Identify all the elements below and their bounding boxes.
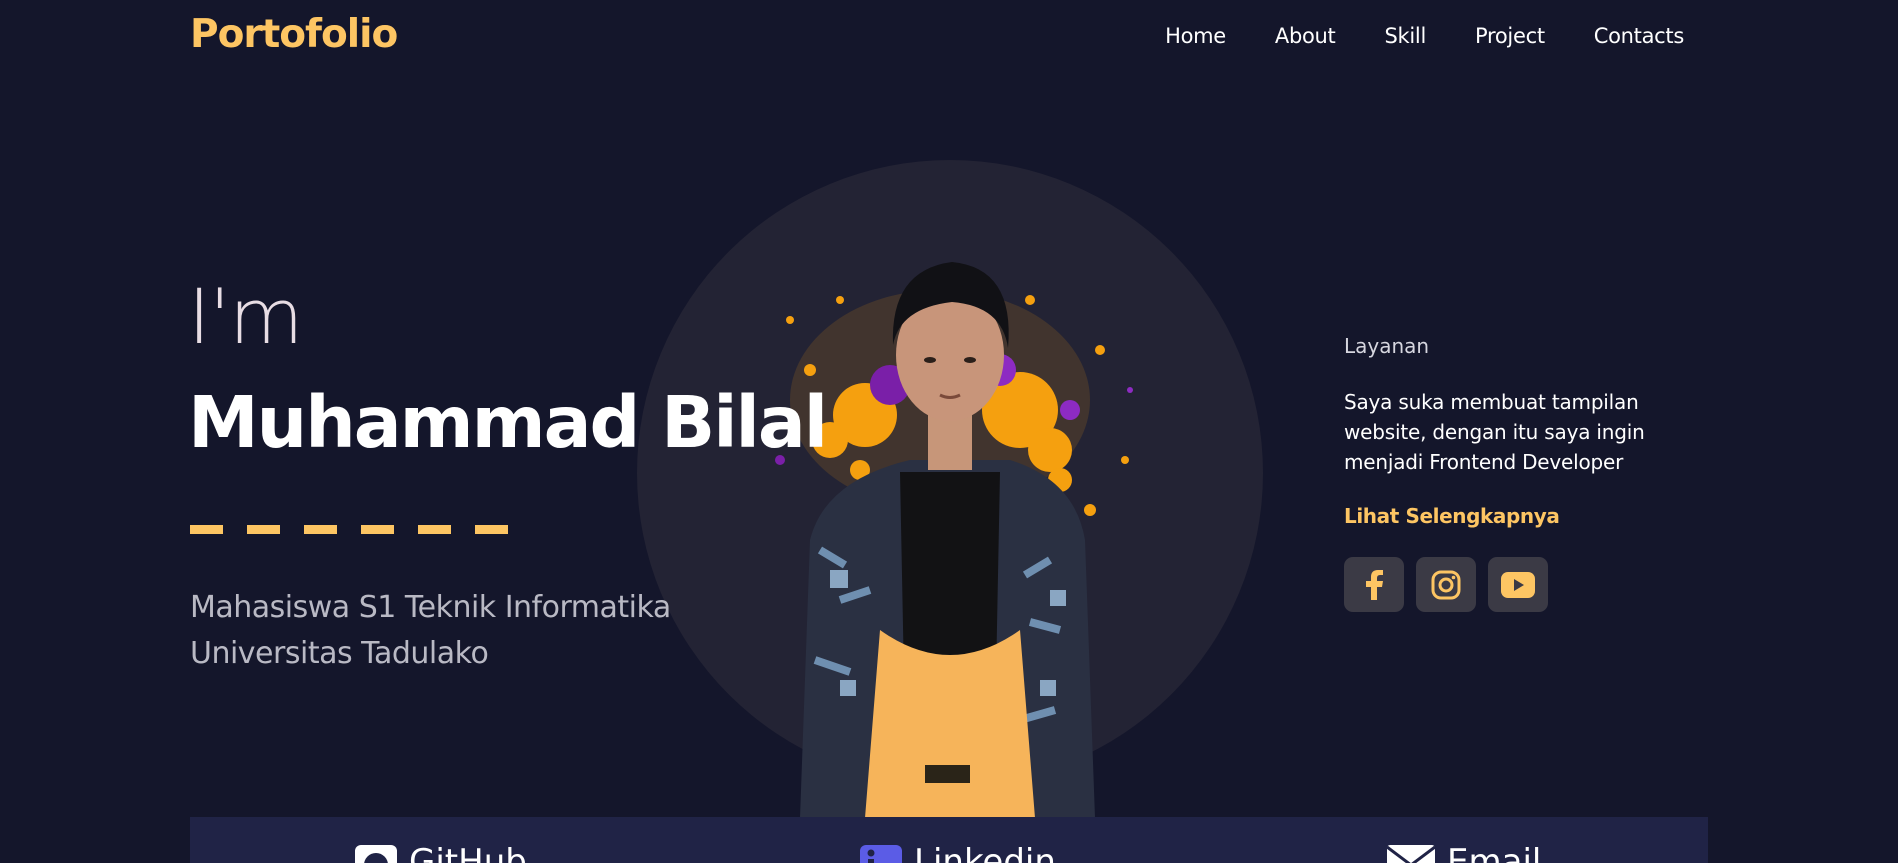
logo[interactable]: Portofolio [190, 12, 398, 57]
profile-photo [775, 262, 1133, 818]
contact-bar: GitHub Linkedin Email [190, 817, 1708, 863]
github-icon [355, 845, 397, 863]
contact-label: Linkedin [914, 842, 1056, 863]
nav-home[interactable]: Home [1165, 24, 1226, 48]
nav-project[interactable]: Project [1475, 24, 1545, 48]
greeting-text: I'm [188, 272, 303, 361]
instagram-button[interactable] [1416, 557, 1476, 612]
nav-skill[interactable]: Skill [1385, 24, 1427, 48]
subtitle-line: Universitas Tadulako [190, 636, 489, 671]
facebook-icon [1366, 569, 1383, 600]
dash [304, 525, 337, 534]
dash [418, 525, 451, 534]
linkedin-icon [860, 845, 902, 863]
hero-subtitle: Mahasiswa S1 Teknik Informatika Universi… [190, 585, 750, 677]
youtube-button[interactable] [1488, 557, 1548, 612]
see-more-link[interactable]: Lihat Selengkapnya [1344, 504, 1560, 528]
contact-label: Email [1447, 842, 1542, 863]
dash [247, 525, 280, 534]
contact-linkedin[interactable]: Linkedin [860, 845, 1056, 863]
contact-label: GitHub [409, 842, 527, 863]
youtube-icon [1501, 571, 1535, 598]
social-links [1344, 557, 1548, 612]
facebook-button[interactable] [1344, 557, 1404, 612]
contact-github[interactable]: GitHub [355, 845, 527, 863]
instagram-icon [1431, 570, 1461, 599]
dash [475, 525, 508, 534]
nav-contacts[interactable]: Contacts [1594, 24, 1685, 48]
email-icon [1387, 845, 1435, 863]
service-title: Layanan [1344, 334, 1430, 358]
service-description: Saya suka membuat tampilan website, deng… [1344, 390, 1645, 474]
dash-divider [190, 525, 508, 534]
portfolio-page: Portofolio Home About Skill Project Cont… [0, 0, 1898, 863]
dash [190, 525, 223, 534]
main-nav: Home About Skill Project Contacts [1116, 24, 1684, 48]
subtitle-line: Mahasiswa S1 Teknik Informatika [190, 590, 671, 625]
hero-name: Muhammad Bilal [188, 381, 828, 464]
nav-about[interactable]: About [1275, 24, 1336, 48]
contact-email[interactable]: Email [1387, 845, 1541, 863]
dash [361, 525, 394, 534]
